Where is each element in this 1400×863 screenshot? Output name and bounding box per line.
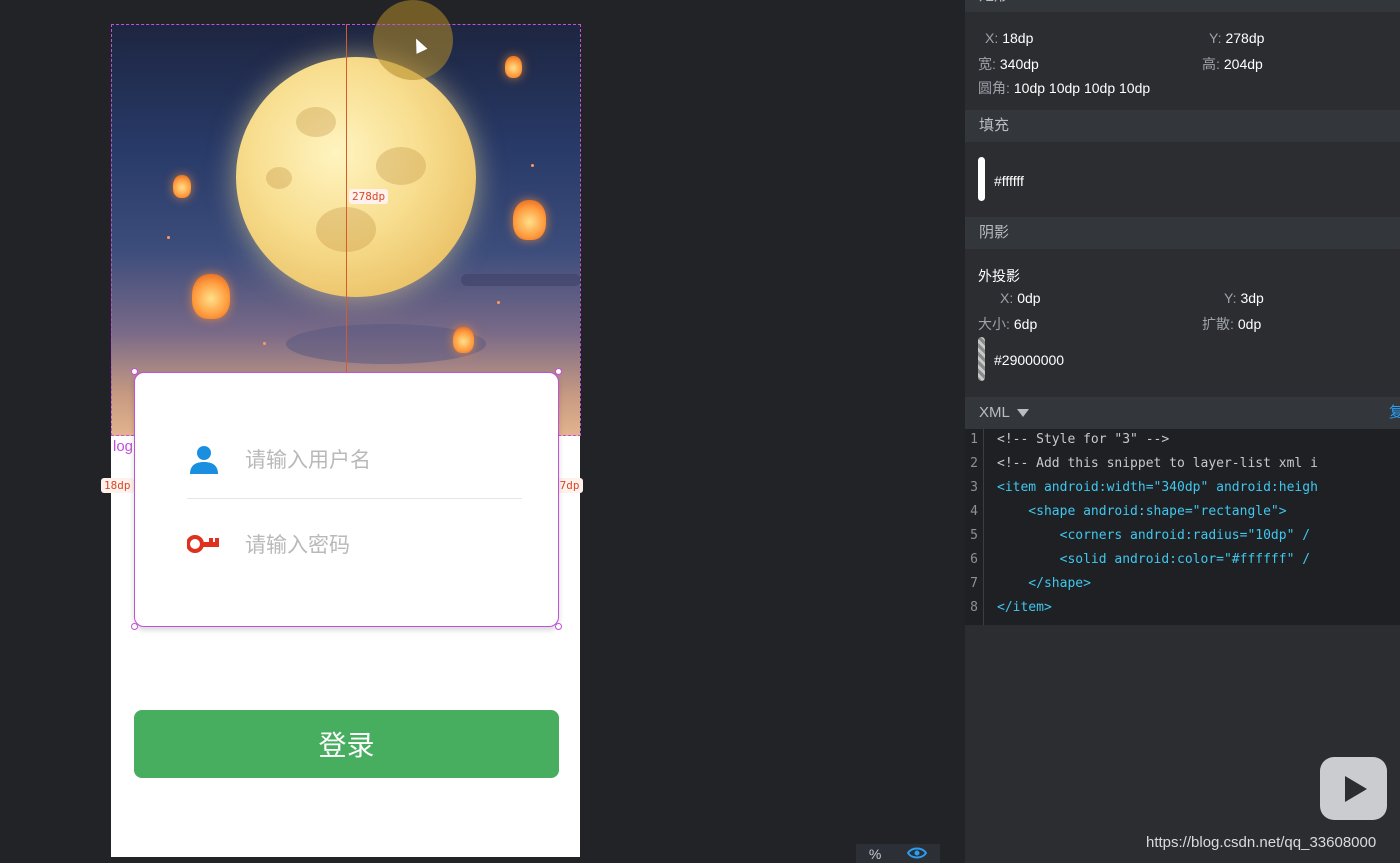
- xml-section-header[interactable]: XML 复: [965, 397, 1400, 429]
- bilibili-logo-icon: [1320, 757, 1387, 820]
- copy-button[interactable]: 复: [1389, 397, 1400, 429]
- username-field[interactable]: 请输入用户名: [187, 429, 522, 489]
- measure-line-vertical: [346, 24, 347, 372]
- fill-color-swatch[interactable]: [978, 157, 985, 201]
- code-line: <corners android:radius="10dp" /: [997, 528, 1311, 543]
- prop-radius: 圆角: 10dp 10dp 10dp 10dp: [978, 80, 1151, 96]
- shadow-color-swatch[interactable]: [978, 337, 985, 381]
- username-placeholder: 请输入用户名: [245, 449, 371, 472]
- measure-left: 18dp: [101, 478, 134, 493]
- canvas-toolbar: %: [856, 844, 940, 863]
- shadow-section-header: 阴影: [965, 217, 1400, 249]
- resize-handle[interactable]: [131, 368, 138, 375]
- inspector-panel: 矩形 3 X:18dp Y:278dp 宽:340dp 高:204dp 圆角:1…: [965, 0, 1400, 863]
- code-line: </shape>: [997, 576, 1091, 591]
- xml-code-block: 1 <!-- Style for "3" --> 2 <!-- Add this s…: [965, 429, 1400, 625]
- password-placeholder: 请输入密码: [245, 534, 350, 557]
- shadow-y: Y: 3dp: [1224, 290, 1264, 306]
- shadow-spread: 扩散: 0dp: [1202, 316, 1262, 332]
- prop-height: 高: 204dp: [1202, 56, 1263, 72]
- gutter-divider: [983, 429, 984, 625]
- shadow-color-value[interactable]: #29000000: [994, 352, 1064, 368]
- field-divider: [187, 498, 522, 499]
- fill-color-value[interactable]: #ffffff: [994, 173, 1024, 189]
- code-line: <!-- Style for "3" -->: [997, 432, 1170, 447]
- resize-handle[interactable]: [131, 623, 138, 630]
- user-icon: [187, 442, 221, 476]
- xml-title: XML: [979, 404, 1010, 421]
- password-field[interactable]: 请输入密码: [187, 514, 522, 574]
- measure-top: 278dp: [349, 189, 389, 204]
- design-canvas[interactable]: 278dp 18dp 17dp login 请输入用户名 请输入密码 登录 %: [0, 0, 965, 863]
- code-line: <item android:width="340dp" android:heig…: [997, 480, 1318, 495]
- login-card[interactable]: 请输入用户名 请输入密码: [134, 372, 559, 627]
- code-line: <solid android:color="#ffffff" /: [997, 552, 1311, 567]
- key-icon: [187, 527, 221, 561]
- code-line: <shape android:shape="rectangle">: [997, 504, 1287, 519]
- fill-section-header: 填充: [965, 110, 1400, 142]
- layer-title: 矩形 3: [965, 0, 1400, 12]
- percent-icon[interactable]: %: [869, 846, 881, 862]
- code-line: <!-- Add this snippet to layer-list xml …: [997, 456, 1318, 471]
- eye-icon[interactable]: [906, 846, 928, 862]
- resize-handle[interactable]: [555, 368, 562, 375]
- shadow-type: 外投影: [978, 268, 1020, 284]
- prop-width: 宽: 340dp: [978, 56, 1039, 72]
- code-line: </item>: [997, 600, 1052, 615]
- shadow-size: 大小: 6dp: [978, 316, 1038, 332]
- shadow-x: X: 0dp: [1000, 290, 1041, 306]
- resize-handle[interactable]: [555, 623, 562, 630]
- login-button[interactable]: 登录: [134, 710, 559, 778]
- chevron-down-icon[interactable]: [1017, 409, 1030, 418]
- watermark-url: https://blog.csdn.net/qq_33608000: [1146, 834, 1377, 851]
- prop-x: X: 18dp: [985, 30, 1034, 46]
- prop-y: Y: 278dp: [1209, 30, 1265, 46]
